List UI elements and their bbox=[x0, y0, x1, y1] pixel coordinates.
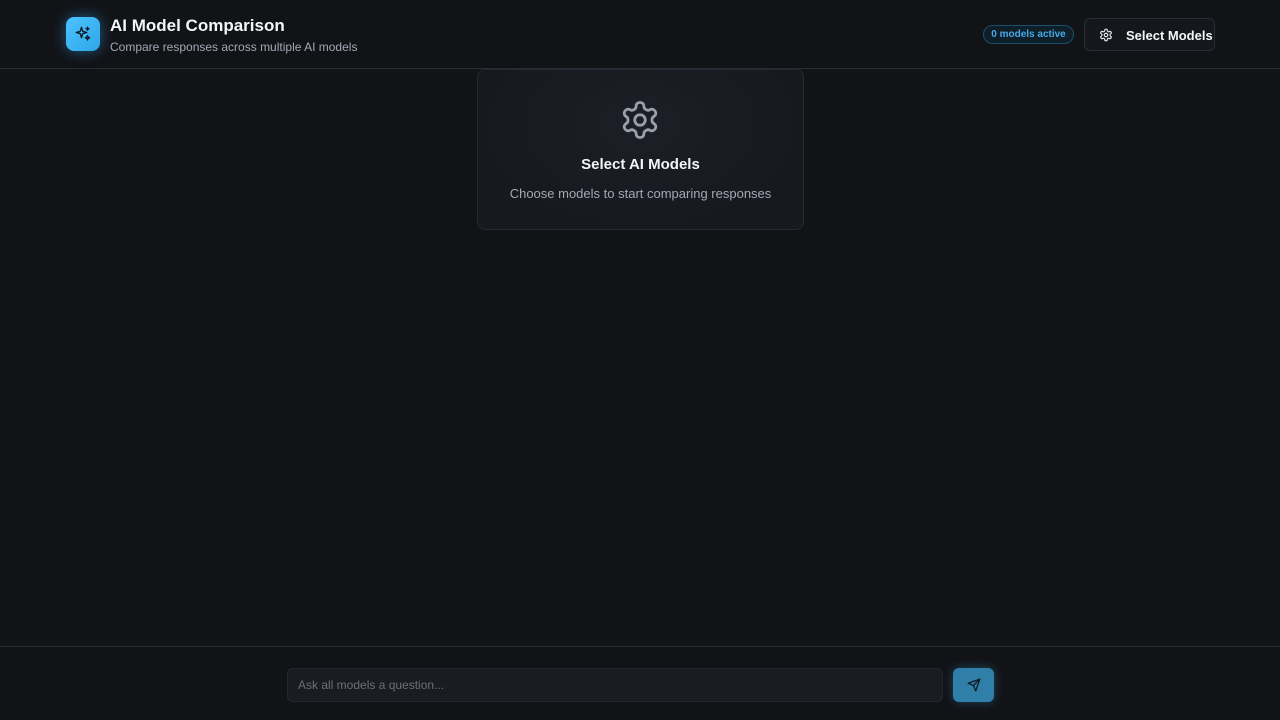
gear-icon bbox=[622, 101, 658, 139]
page-subtitle: Compare responses across multiple AI mod… bbox=[110, 40, 358, 54]
empty-state-description: Choose models to start comparing respons… bbox=[509, 186, 772, 201]
page-title: AI Model Comparison bbox=[110, 16, 285, 35]
sparkles-icon bbox=[75, 26, 91, 41]
question-input[interactable] bbox=[287, 668, 943, 702]
empty-state-card: Select AI Models Choose models to start … bbox=[477, 69, 804, 230]
app-header: AI Model Comparison Compare responses ac… bbox=[0, 0, 1280, 69]
models-active-badge: 0 models active bbox=[983, 25, 1074, 44]
send-icon bbox=[967, 678, 980, 692]
select-models-label: Select Models bbox=[1126, 28, 1213, 43]
send-button[interactable] bbox=[953, 668, 994, 702]
select-models-button[interactable]: Select Models bbox=[1084, 18, 1215, 51]
composer-bar bbox=[0, 646, 1280, 720]
app-root: AI Model Comparison Compare responses ac… bbox=[0, 0, 1280, 720]
gear-icon bbox=[1100, 28, 1112, 42]
empty-state-heading: Select AI Models bbox=[581, 156, 700, 173]
app-logo bbox=[66, 17, 100, 51]
